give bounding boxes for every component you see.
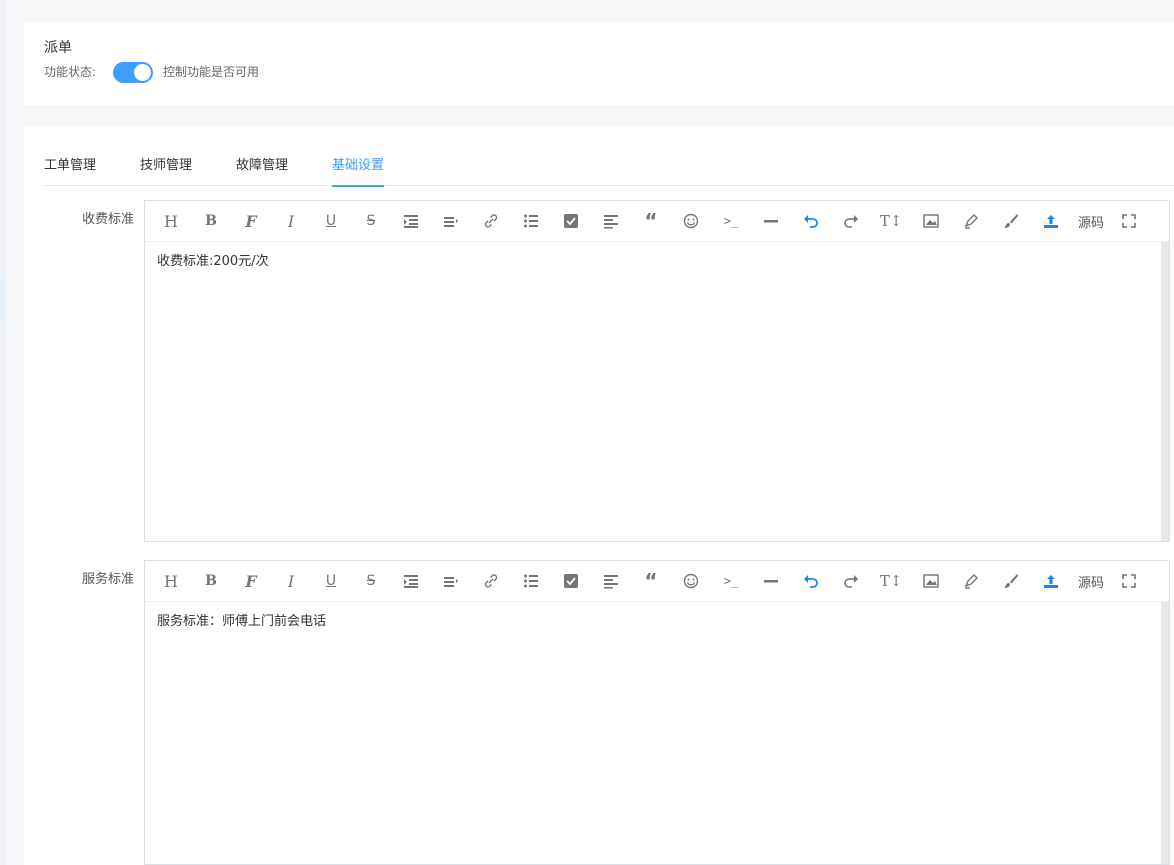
upload-icon[interactable] — [1038, 569, 1064, 593]
fee-standard-editor: H B F I U S “ >_ T↕ 源码 收费标准:200元/次 — [144, 200, 1170, 542]
left-rail — [0, 0, 6, 865]
bold-icon[interactable]: B — [198, 569, 224, 593]
emoji-icon[interactable] — [678, 569, 704, 593]
code-icon[interactable]: >_ — [718, 209, 744, 233]
tab-bar: 工单管理 技师管理 故障管理 基础设置 — [44, 156, 1174, 187]
strikethrough-icon[interactable]: S — [358, 569, 384, 593]
link-icon[interactable] — [478, 569, 504, 593]
tab-faults[interactable]: 故障管理 — [236, 156, 288, 186]
heading-icon[interactable]: H — [158, 209, 184, 233]
link-icon[interactable] — [478, 209, 504, 233]
fullscreen-icon[interactable] — [1116, 209, 1142, 233]
service-standard-content[interactable]: 服务标准：师傅上门前会电话 — [145, 602, 1169, 637]
indent-icon[interactable] — [398, 209, 424, 233]
horizontal-rule-icon[interactable] — [758, 209, 784, 233]
feature-toggle-switch[interactable] — [113, 62, 153, 83]
code-icon[interactable]: >_ — [718, 569, 744, 593]
horizontal-rule-icon[interactable] — [758, 569, 784, 593]
line-height-icon[interactable] — [438, 569, 464, 593]
checkbox-icon[interactable] — [558, 569, 584, 593]
unordered-list-icon[interactable] — [518, 569, 544, 593]
tab-technicians[interactable]: 技师管理 — [140, 156, 192, 186]
fee-standard-label: 收费标准 — [81, 212, 134, 227]
font-size-icon[interactable]: T↕ — [878, 209, 904, 233]
paint-brush-icon[interactable] — [998, 209, 1024, 233]
strikethrough-icon[interactable]: S — [358, 209, 384, 233]
underline-icon[interactable]: U — [318, 209, 344, 233]
undo-icon[interactable] — [798, 209, 824, 233]
emoji-icon[interactable] — [678, 209, 704, 233]
line-height-icon[interactable] — [438, 209, 464, 233]
highlight-icon[interactable] — [958, 569, 984, 593]
italic-icon[interactable]: I — [278, 569, 304, 593]
editor-scrollbar[interactable] — [1161, 602, 1169, 864]
redo-icon[interactable] — [838, 209, 864, 233]
image-icon[interactable] — [918, 569, 944, 593]
toggle-hint: 控制功能是否可用 — [163, 65, 260, 79]
align-left-icon[interactable] — [598, 569, 624, 593]
align-left-icon[interactable] — [598, 209, 624, 233]
page-title: 派单 — [44, 40, 72, 56]
font-icon[interactable]: F — [238, 569, 264, 593]
italic-icon[interactable]: I — [278, 209, 304, 233]
font-icon[interactable]: F — [238, 209, 264, 233]
tab-basic-settings[interactable]: 基础设置 — [332, 156, 385, 187]
fullscreen-icon[interactable] — [1116, 569, 1142, 593]
heading-icon[interactable]: H — [158, 569, 184, 593]
toggle-knob — [134, 64, 151, 81]
indent-icon[interactable] — [398, 569, 424, 593]
settings-panel: 工单管理 技师管理 故障管理 基础设置 收费标准 H B F I U S “>_ T↕ 源码 收… — [24, 126, 1174, 865]
bold-icon[interactable]: B — [198, 209, 224, 233]
editor-scrollbar[interactable] — [1161, 242, 1169, 541]
left-rail-marker — [0, 274, 5, 324]
fee-standard-content[interactable]: 收费标准:200元/次 — [145, 242, 1169, 277]
redo-icon[interactable] — [838, 569, 864, 593]
undo-icon[interactable] — [798, 569, 824, 593]
source-code-button[interactable]: 源码 — [1073, 569, 1109, 593]
underline-icon[interactable]: U — [318, 569, 344, 593]
quote-icon[interactable]: “ — [638, 209, 664, 233]
editor-toolbar: H B F I U S “ >_ T↕ 源码 — [145, 561, 1169, 602]
source-code-button[interactable]: 源码 — [1073, 209, 1109, 233]
highlight-icon[interactable] — [958, 209, 984, 233]
quote-icon[interactable]: “ — [638, 569, 664, 593]
unordered-list-icon[interactable] — [518, 209, 544, 233]
paint-brush-icon[interactable] — [998, 569, 1024, 593]
image-icon[interactable] — [918, 209, 944, 233]
editor-toolbar: H B F I U S “ >_ T↕ 源码 — [145, 201, 1169, 242]
service-standard-label: 服务标准 — [81, 572, 134, 587]
dispatch-header-panel: 派单 功能状态: 控制功能是否可用 — [24, 22, 1174, 105]
upload-icon[interactable] — [1038, 209, 1064, 233]
font-size-icon[interactable]: T↕ — [878, 569, 904, 593]
tab-work-orders[interactable]: 工单管理 — [44, 156, 96, 186]
service-standard-editor: H B F I U S “ >_ T↕ 源码 服务标准：师傅上门前会电话 — [144, 560, 1170, 865]
status-label: 功能状态: — [44, 65, 97, 79]
checkbox-icon[interactable] — [558, 209, 584, 233]
